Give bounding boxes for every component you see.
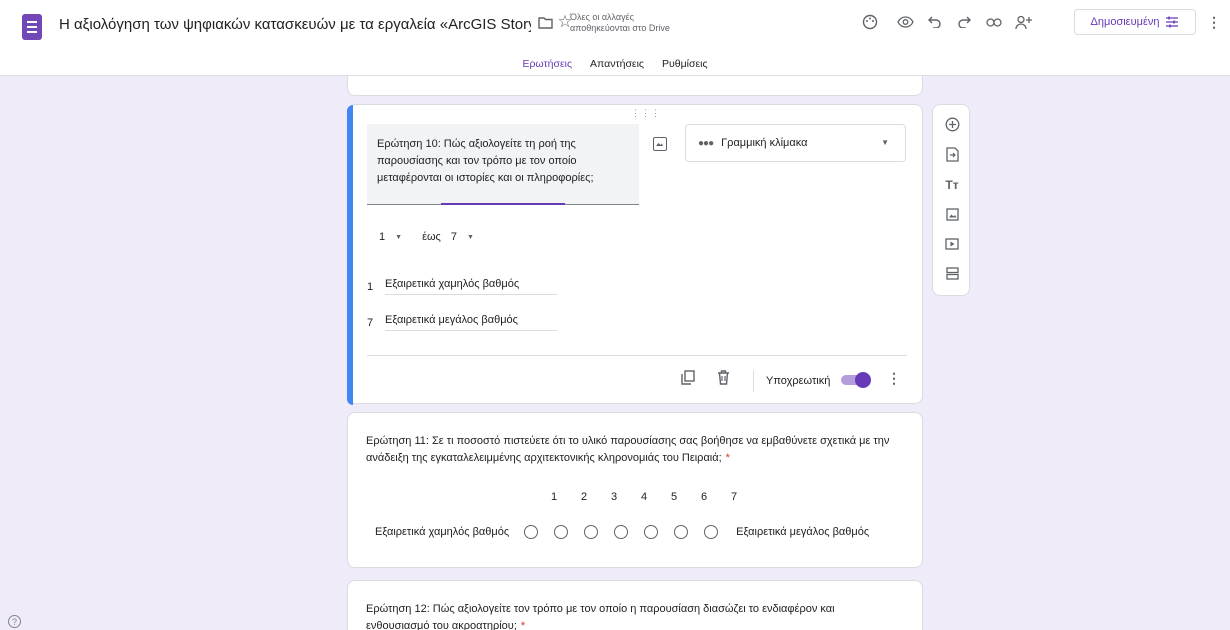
question-11-title-text: Ερώτηση 11: Σε τι ποσοστό πιστεύετε ότι …: [366, 435, 890, 464]
publish-label: Δημοσιευμένη: [1090, 16, 1160, 28]
save-status-line2: αποθηκεύονται στο Drive: [570, 23, 670, 33]
low-label-input[interactable]: Εξαιρετικά χαμηλός βαθμός: [385, 278, 557, 295]
help-icon[interactable]: ?: [8, 615, 21, 628]
question-12-title: Ερώτηση 12: Πώς αξιολογείτε τον τρόπο με…: [366, 601, 896, 630]
scale-range-row: 1 ▼ έως 7 ▼: [379, 231, 474, 243]
scale-numbers: 1 2 3 4 5 6 7: [539, 491, 749, 503]
save-status-line1: Όλες οι αλλαγές: [570, 12, 634, 22]
palette-icon[interactable]: [860, 12, 880, 32]
radio-option-5[interactable]: [636, 525, 666, 539]
radio-option-6[interactable]: [666, 525, 696, 539]
tune-icon: [1166, 16, 1179, 28]
add-question-icon[interactable]: [933, 117, 971, 135]
google-forms-logo-icon[interactable]: [22, 14, 42, 40]
active-indicator-bar: [347, 105, 353, 405]
scale-high-label: Εξαιρετικά μεγάλος βαθμός: [736, 526, 870, 538]
form-tabs: Ερωτήσεις Απαντήσεις Ρυθμίσεις: [0, 52, 1230, 80]
redo-icon[interactable]: [954, 12, 974, 32]
question-card-11[interactable]: Ερώτηση 11: Σε τι ποσοστό πιστεύετε ότι …: [347, 412, 923, 568]
previous-question-card[interactable]: [347, 76, 923, 96]
add-title-description-icon[interactable]: Tт: [933, 178, 971, 192]
question-title-input[interactable]: Ερώτηση 10: Πώς αξιολογείτε τη ροή της π…: [367, 124, 639, 205]
question-title-text: Ερώτηση 10: Πώς αξιολογείτε τη ροή της π…: [377, 138, 594, 184]
move-to-folder-icon[interactable]: [536, 14, 554, 32]
preview-icon[interactable]: [895, 12, 915, 32]
import-questions-icon[interactable]: [933, 147, 971, 165]
radio-option-7[interactable]: [696, 525, 726, 539]
low-label-row: 1 Εξαιρετικά χαμηλός βαθμός: [367, 278, 557, 295]
floating-toolbar: Tт: [932, 104, 970, 296]
chevron-down-icon[interactable]: ▼: [395, 234, 402, 241]
range-to-select[interactable]: 7: [451, 231, 457, 243]
tab-questions[interactable]: Ερωτήσεις: [522, 52, 572, 80]
question-card-footer: Υποχρεωτική ⋮: [367, 355, 907, 405]
undo-icon[interactable]: [925, 12, 945, 32]
question-12-title-text: Ερώτηση 12: Πώς αξιολογείτε τον τρόπο με…: [366, 603, 835, 630]
link-icon[interactable]: [984, 12, 1004, 32]
high-label-number: 7: [367, 316, 374, 329]
radio-option-1[interactable]: [516, 525, 546, 539]
chevron-down-icon: ▼: [881, 138, 889, 147]
form-title[interactable]: Η αξιολόγηση των ψηφιακών κατασκευών με …: [59, 16, 531, 33]
low-label-number: 1: [367, 280, 374, 293]
scale-number: 3: [610, 491, 618, 503]
delete-icon[interactable]: [717, 370, 730, 389]
drag-handle-icon[interactable]: ⋮⋮⋮: [631, 108, 661, 119]
question-type-label: Γραμμική κλίμακα: [721, 137, 808, 149]
top-app-bar: Η αξιολόγηση των ψηφιακών κατασκευών με …: [0, 0, 1230, 80]
scale-number: 2: [580, 491, 588, 503]
question-type-select[interactable]: ●●● Γραμμική κλίμακα ▼: [685, 124, 906, 162]
required-star: *: [520, 620, 526, 630]
radio-option-4[interactable]: [606, 525, 636, 539]
scale-row: Εξαιρετικά χαμηλός βαθμός Εξαιρετικά μεγ…: [375, 525, 869, 539]
radio-option-2[interactable]: [546, 525, 576, 539]
high-label-row: 7 Εξαιρετικά μεγάλος βαθμός: [367, 314, 557, 331]
add-collaborator-icon[interactable]: [1012, 12, 1034, 32]
question-more-options-icon[interactable]: ⋮: [887, 370, 901, 387]
tab-settings[interactable]: Ρυθμίσεις: [662, 52, 708, 76]
input-focus-underline: [441, 203, 565, 205]
high-label-input[interactable]: Εξαιρετικά μεγάλος βαθμός: [385, 314, 557, 331]
question-11-title: Ερώτηση 11: Σε τι ποσοστό πιστεύετε ότι …: [366, 433, 896, 467]
add-section-icon[interactable]: [933, 267, 971, 283]
question-card-12[interactable]: Ερώτηση 12: Πώς αξιολογείτε τον τρόπο με…: [347, 580, 923, 630]
required-star: *: [725, 452, 730, 464]
required-label: Υποχρεωτική: [766, 375, 831, 387]
required-toggle[interactable]: [841, 372, 871, 388]
question-card-active[interactable]: ⋮⋮⋮ Ερώτηση 10: Πώς αξιολογείτε τη ροή τ…: [347, 104, 923, 405]
tab-responses[interactable]: Απαντήσεις: [590, 52, 644, 76]
scale-low-label: Εξαιρετικά χαμηλός βαθμός: [375, 526, 510, 538]
scale-number: 4: [640, 491, 648, 503]
range-from-select[interactable]: 1: [379, 231, 385, 243]
duplicate-icon[interactable]: [681, 370, 695, 389]
scale-number: 5: [670, 491, 678, 503]
add-image-icon[interactable]: [653, 137, 667, 151]
range-to-word: έως: [422, 231, 441, 243]
scale-number: 7: [730, 491, 738, 503]
scale-radio-group: [516, 525, 726, 539]
footer-divider: [753, 370, 754, 392]
linear-scale-icon: ●●●: [698, 137, 714, 149]
save-status: Όλες οι αλλαγές αποθηκεύονται στο Drive: [570, 12, 700, 34]
add-image-icon[interactable]: [933, 208, 971, 224]
chevron-down-icon[interactable]: ▼: [467, 234, 474, 241]
more-vert-icon[interactable]: ⋮: [1206, 12, 1222, 32]
scale-number: 1: [550, 491, 558, 503]
publish-button[interactable]: Δημοσιευμένη: [1074, 9, 1196, 35]
scale-number: 6: [700, 491, 708, 503]
radio-option-3[interactable]: [576, 525, 606, 539]
add-video-icon[interactable]: [933, 238, 971, 253]
